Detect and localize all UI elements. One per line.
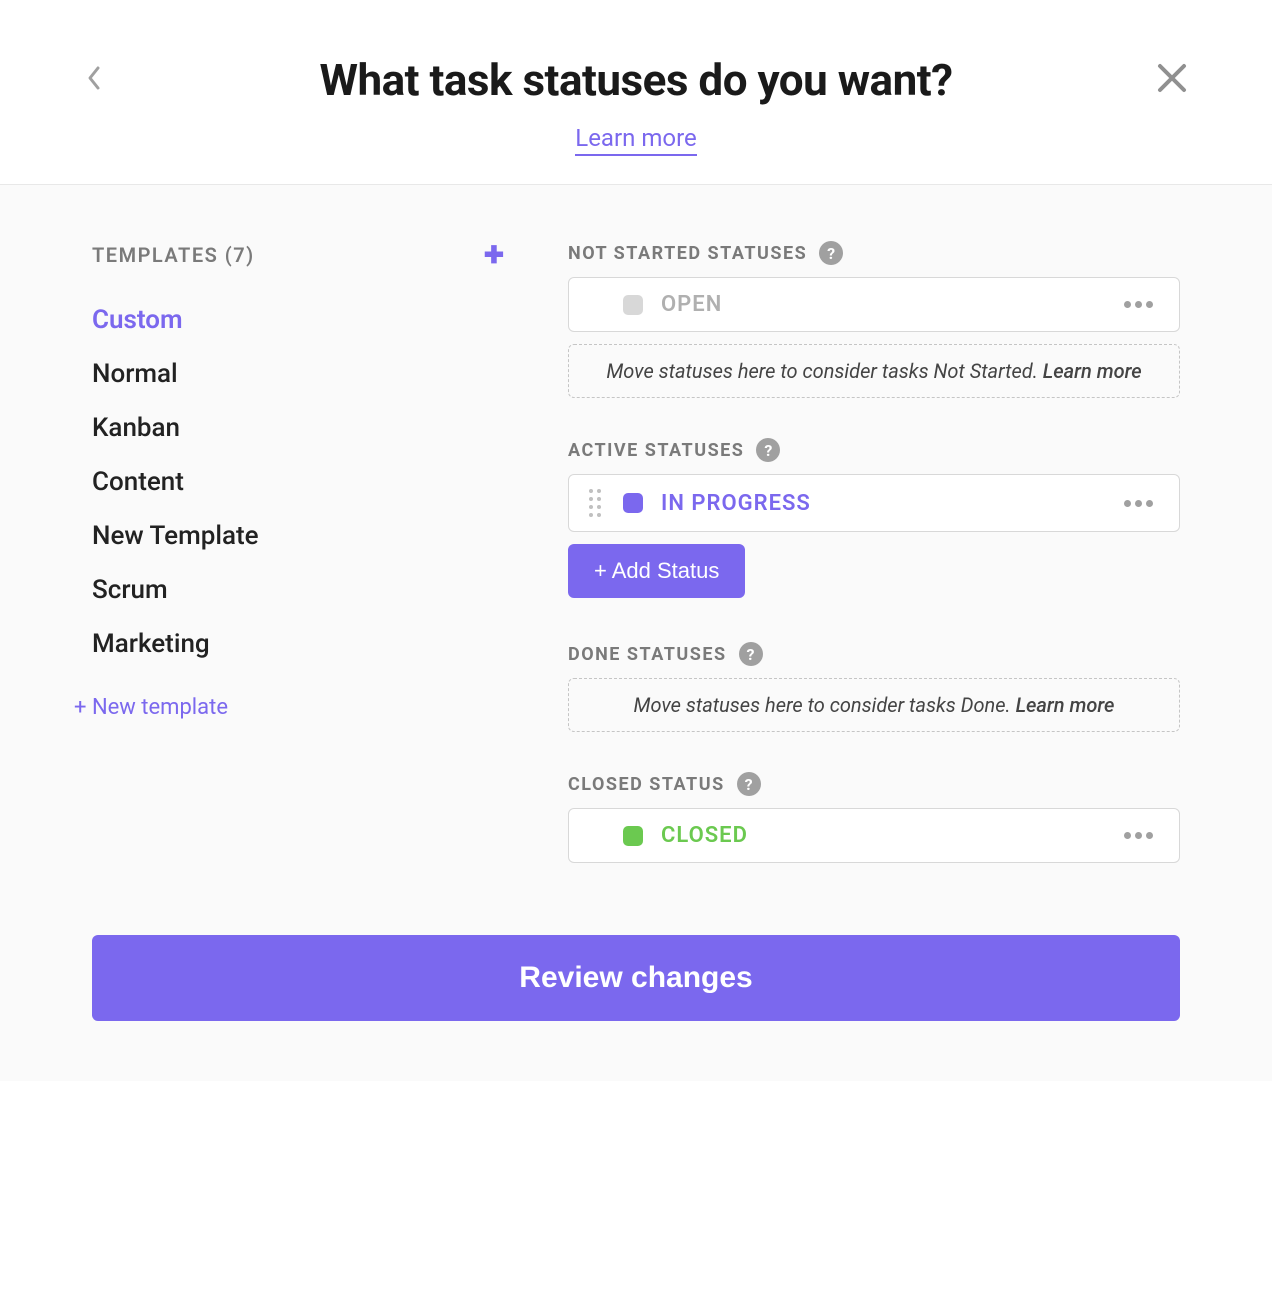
learn-more-link[interactable]: Learn more [1043,359,1142,383]
not-started-label: NOT STARTED STATUSES [568,243,807,264]
status-color-swatch [623,493,643,513]
header-center: What task statuses do you want? Learn mo… [319,54,952,156]
help-icon[interactable]: ? [739,642,763,666]
template-item[interactable]: Content [92,455,512,509]
drop-zone-text: Move statuses here to consider tasks Don… [634,693,1016,717]
help-icon[interactable]: ? [756,438,780,462]
more-icon[interactable] [1118,295,1159,314]
done-drop-zone[interactable]: Move statuses here to consider tasks Don… [568,678,1180,732]
more-icon[interactable] [1118,494,1159,513]
status-item[interactable]: OPEN [568,277,1180,332]
status-color-swatch [623,295,643,315]
status-item[interactable]: IN PROGRESS [568,474,1180,532]
help-icon[interactable]: ? [737,772,761,796]
add-status-button[interactable]: + Add Status [568,544,745,598]
status-color-swatch [623,826,643,846]
active-label: ACTIVE STATUSES [568,440,744,461]
closed-list: CLOSED [568,808,1180,863]
template-item[interactable]: Marketing [92,617,512,671]
learn-more-link[interactable]: Learn more [1016,693,1115,717]
review-changes-button[interactable]: Review changes [92,935,1180,1021]
learn-more-link[interactable]: Learn more [575,124,696,156]
templates-header: TEMPLATES (7) ✚ [92,241,512,269]
close-button[interactable] [1150,56,1194,100]
active-list: IN PROGRESS [568,474,1180,532]
footer: Review changes [0,915,1272,1081]
template-item[interactable]: Normal [92,347,512,401]
template-item[interactable]: Scrum [92,563,512,617]
page-title: What task statuses do you want? [319,54,952,106]
chevron-left-icon [86,65,102,91]
drag-handle-icon[interactable] [589,489,607,517]
status-name: OPEN [661,292,1118,317]
done-label: DONE STATUSES [568,644,727,665]
template-item[interactable]: Kanban [92,401,512,455]
not-started-list: OPEN [568,277,1180,332]
closed-label: CLOSED STATUS [568,774,725,795]
closed-header: CLOSED STATUS ? [568,772,1180,796]
close-icon [1154,60,1190,96]
status-sections: NOT STARTED STATUSES ? OPEN Move statuse… [512,241,1180,875]
drop-zone-text: Move statuses here to consider tasks Not… [606,359,1042,383]
new-template-button[interactable]: + New template [74,695,512,720]
not-started-drop-zone[interactable]: Move statuses here to consider tasks Not… [568,344,1180,398]
active-header: ACTIVE STATUSES ? [568,438,1180,462]
more-icon[interactable] [1118,826,1159,845]
status-name: IN PROGRESS [661,491,1118,516]
templates-label: TEMPLATES (7) [92,243,255,267]
main-content: TEMPLATES (7) ✚ CustomNormalKanbanConten… [0,185,1272,915]
status-name: CLOSED [661,823,1118,848]
status-item[interactable]: CLOSED [568,808,1180,863]
template-list: CustomNormalKanbanContentNew TemplateScr… [92,293,512,671]
header: What task statuses do you want? Learn mo… [0,0,1272,185]
template-item[interactable]: Custom [92,293,512,347]
templates-sidebar: TEMPLATES (7) ✚ CustomNormalKanbanConten… [92,241,512,875]
back-button[interactable] [82,66,106,90]
help-icon[interactable]: ? [819,241,843,265]
template-item[interactable]: New Template [92,509,512,563]
not-started-header: NOT STARTED STATUSES ? [568,241,1180,265]
add-template-icon[interactable]: ✚ [484,241,504,269]
done-header: DONE STATUSES ? [568,642,1180,666]
